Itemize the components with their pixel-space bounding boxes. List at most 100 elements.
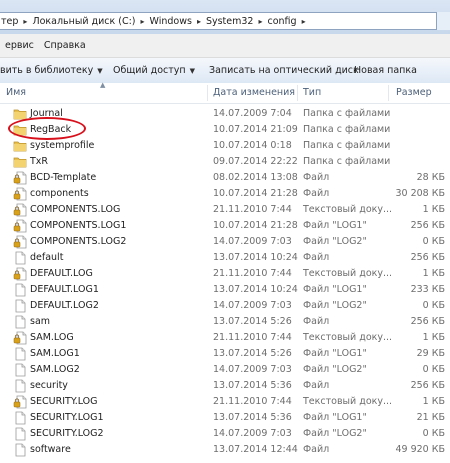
column-header-size[interactable]: Размер (396, 86, 432, 100)
file-type: Файл "LOG1" (303, 284, 367, 295)
menu-help[interactable]: Справка (39, 40, 91, 51)
file-date: 10.07.2014 21:28 (213, 220, 298, 231)
chevron-down-icon: ▼ (189, 67, 196, 75)
file-row[interactable]: components 10.07.2014 21:28 Файл 30 208 КБ (0, 186, 450, 202)
file-icon (13, 299, 27, 313)
address-bar[interactable]: тер ▸ Локальный диск (C:) ▸ Windows ▸ Sy… (0, 12, 437, 30)
breadcrumb-separator-icon[interactable]: ▸ (21, 17, 29, 26)
file-date: 13.07.2014 10:24 (213, 252, 298, 263)
file-date: 13.07.2014 5:26 (213, 316, 292, 327)
file-name: SAM.LOG2 (30, 364, 80, 375)
breadcrumb-separator-icon[interactable]: ▸ (256, 17, 264, 26)
file-row[interactable]: SECURITY.LOG2 14.07.2009 7:03 Файл "LOG2" 0… (0, 426, 450, 442)
file-name: systemprofile (30, 140, 95, 151)
locked-file-icon (13, 219, 27, 233)
file-size: 256 КБ (410, 220, 445, 231)
file-date: 14.07.2009 7:04 (213, 108, 292, 119)
file-name: SECURITY.LOG2 (30, 428, 104, 439)
file-type: Папка с файлами (303, 124, 391, 135)
file-date: 13.07.2014 10:24 (213, 284, 298, 295)
file-name: COMPONENTS.LOG2 (30, 236, 127, 247)
column-divider[interactable] (388, 85, 389, 101)
share-button[interactable]: Общий доступ ▼ (113, 65, 195, 76)
file-row[interactable]: DEFAULT.LOG2 14.07.2009 7:03 Файл "LOG2" 0 … (0, 298, 450, 314)
breadcrumb-separator-icon[interactable]: ▸ (139, 17, 147, 26)
file-row[interactable]: COMPONENTS.LOG1 10.07.2014 21:28 Файл "LOG… (0, 218, 450, 234)
breadcrumb-separator-icon[interactable]: ▸ (300, 17, 308, 26)
breadcrumb-local-disk[interactable]: Локальный диск (C:) (29, 16, 138, 27)
file-size: 256 КБ (410, 380, 445, 391)
file-type: Файл (303, 444, 330, 455)
file-row[interactable]: default 13.07.2014 10:24 Файл 256 КБ (0, 250, 450, 266)
file-row[interactable]: SAM.LOG 21.11.2010 7:44 Текстовый доку... 1… (0, 330, 450, 346)
file-row[interactable]: systemprofile 10.07.2014 0:18 Папка с файл… (0, 138, 450, 154)
file-size: 256 КБ (410, 316, 445, 327)
file-type: Текстовый доку... (303, 396, 393, 407)
breadcrumb-windows[interactable]: Windows (147, 16, 195, 27)
file-type: Файл (303, 380, 330, 391)
file-type: Файл "LOG1" (303, 348, 367, 359)
address-dropdown-button[interactable] (436, 12, 450, 30)
file-row[interactable]: SAM.LOG2 14.07.2009 7:03 Файл "LOG2" 0 КБ (0, 362, 450, 378)
locked-file-icon (13, 171, 27, 185)
file-name: components (30, 188, 89, 199)
file-size: 256 КБ (410, 252, 445, 263)
share-label: Общий доступ (113, 65, 186, 76)
file-name: SECURITY.LOG1 (30, 412, 104, 423)
column-divider[interactable] (207, 85, 208, 101)
file-name: DEFAULT.LOG1 (30, 284, 99, 295)
file-row[interactable]: DEFAULT.LOG 21.11.2010 7:44 Текстовый доку… (0, 266, 450, 282)
file-size: 21 КБ (416, 412, 445, 423)
folder-icon (13, 155, 27, 169)
command-bar: вить в библиотеку ▼ Общий доступ ▼ Записат… (0, 58, 450, 84)
file-size: 0 КБ (422, 364, 445, 375)
file-type: Файл (303, 252, 330, 263)
file-name: TxR (30, 156, 49, 167)
file-icon (13, 411, 27, 425)
breadcrumb-computer[interactable]: тер (0, 16, 21, 27)
file-size: 30 208 КБ (395, 188, 445, 199)
file-size: 28 КБ (416, 172, 445, 183)
breadcrumb-system32[interactable]: System32 (203, 16, 257, 27)
file-icon (13, 251, 27, 265)
file-row[interactable]: BCD-Template 08.02.2014 13:08 Файл 28 КБ (0, 170, 450, 186)
menu-bar: ервис Справка (0, 34, 450, 58)
file-row[interactable]: COMPONENTS.LOG 21.11.2010 7:44 Текстовый д… (0, 202, 450, 218)
file-date: 14.07.2009 7:03 (213, 300, 292, 311)
file-row[interactable]: security 13.07.2014 5:36 Файл 256 КБ (0, 378, 450, 394)
file-row[interactable]: software 13.07.2014 12:44 Файл 49 920 КБ (0, 442, 450, 458)
column-divider[interactable] (297, 85, 298, 101)
file-name: DEFAULT.LOG2 (30, 300, 99, 311)
file-date: 13.07.2014 5:26 (213, 348, 292, 359)
file-row[interactable]: sam 13.07.2014 5:26 Файл 256 КБ (0, 314, 450, 330)
file-row[interactable]: SECURITY.LOG 21.11.2010 7:44 Текстовый док… (0, 394, 450, 410)
file-date: 14.07.2009 7:03 (213, 428, 292, 439)
add-to-library-button[interactable]: вить в библиотеку ▼ (0, 65, 103, 76)
file-icon (13, 379, 27, 393)
file-date: 10.07.2014 21:09 (213, 124, 298, 135)
breadcrumb-config[interactable]: config (264, 16, 299, 27)
file-row[interactable]: SECURITY.LOG1 13.07.2014 5:36 Файл "LOG1" 2… (0, 410, 450, 426)
file-date: 21.11.2010 7:44 (213, 204, 292, 215)
file-row[interactable]: TxR 09.07.2014 22:22 Папка с файлами (0, 154, 450, 170)
breadcrumb-separator-icon[interactable]: ▸ (195, 17, 203, 26)
burn-button[interactable]: Записать на оптический диск (209, 65, 359, 76)
column-header-name[interactable]: Имя (6, 86, 26, 100)
new-folder-button[interactable]: Новая папка (354, 65, 417, 76)
file-size: 1 КБ (422, 268, 445, 279)
folder-icon (13, 139, 27, 153)
file-size: 29 КБ (416, 348, 445, 359)
column-header-type[interactable]: Тип (303, 86, 321, 100)
sort-ascending-icon: ▲ (100, 81, 106, 89)
locked-file-icon (13, 267, 27, 281)
file-row[interactable]: SAM.LOG1 13.07.2014 5:26 Файл "LOG1" 29 КБ (0, 346, 450, 362)
file-type: Файл "LOG1" (303, 220, 367, 231)
file-row[interactable]: DEFAULT.LOG1 13.07.2014 10:24 Файл "LOG1" 2… (0, 282, 450, 298)
menu-service[interactable]: ервис (0, 40, 39, 51)
file-row[interactable]: COMPONENTS.LOG2 14.07.2009 7:03 Файл "LOG2… (0, 234, 450, 250)
file-date: 21.11.2010 7:44 (213, 332, 292, 343)
column-header-date[interactable]: Дата изменения (213, 86, 295, 100)
file-name: DEFAULT.LOG (30, 268, 93, 279)
file-type: Папка с файлами (303, 140, 391, 151)
file-name: BCD-Template (30, 172, 97, 183)
